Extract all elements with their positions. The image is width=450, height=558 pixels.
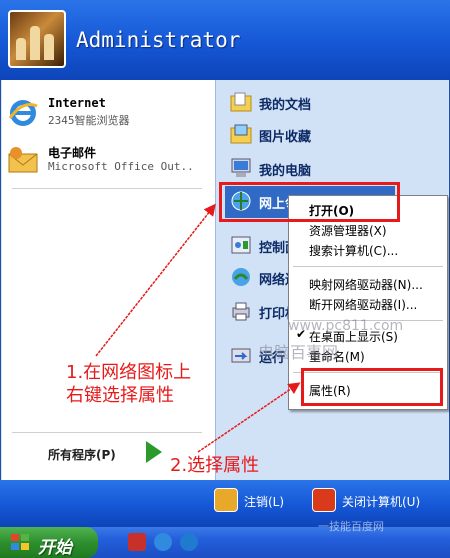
- watermark-corner: 一技能百度网: [318, 520, 384, 533]
- arrow-to-properties: [197, 382, 301, 453]
- arrow-to-network: [95, 203, 216, 357]
- watermark-site: www.pc811.com: [288, 318, 404, 334]
- annotation-step2: 2.选择属性: [170, 455, 260, 476]
- annotation-step1-line2: 右键选择属性: [66, 385, 174, 406]
- watermark-brand: 电脑百事网: [258, 343, 339, 362]
